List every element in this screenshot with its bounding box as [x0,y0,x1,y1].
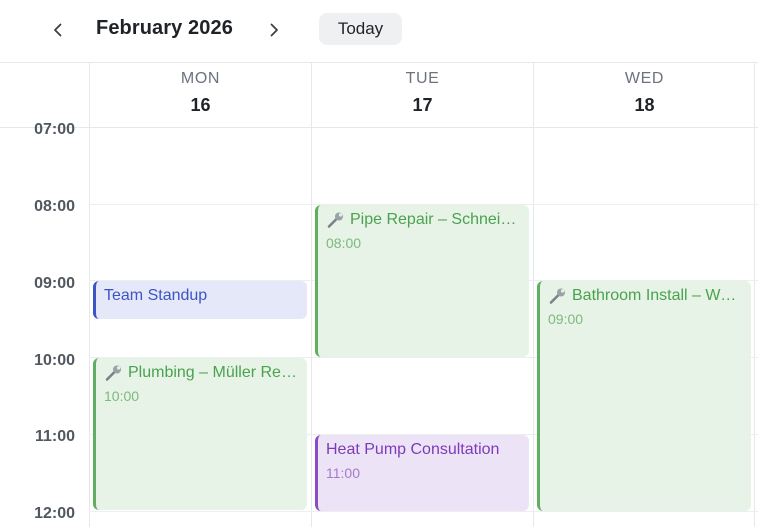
event-title: Plumbing – Müller Residence [128,364,299,381]
wrench-icon [549,288,565,304]
event-title: Team Standup [104,287,208,304]
time-label: 07:00 [34,121,75,138]
prev-month-button[interactable] [42,14,74,46]
chevron-left-icon [54,23,62,37]
day-header-tue[interactable]: TUE 17 [311,63,533,127]
today-button[interactable]: Today [319,13,402,45]
event-pipe-repair[interactable]: Pipe Repair – Schneider 08:00 [315,205,529,357]
column-divider [533,63,534,527]
day-number: 18 [634,95,655,115]
event-time: 09:00 [548,311,584,327]
wrench-icon [105,365,121,381]
header-divider [0,127,758,128]
time-label: 08:00 [34,198,75,215]
time-label: 12:00 [34,505,75,522]
event-bathroom-install[interactable]: Bathroom Install – Weber 09:00 [537,281,751,511]
column-divider [754,63,755,527]
event-heat-pump-consultation[interactable]: Heat Pump Consultation 11:00 [315,435,529,511]
time-label: 09:00 [34,275,75,292]
event-team-standup[interactable]: Team Standup [93,281,307,319]
time-label: 10:00 [34,352,75,369]
chevron-right-icon [270,23,278,37]
event-title: Bathroom Install – Weber [572,287,743,304]
event-time: 10:00 [104,388,140,404]
column-divider [311,63,312,527]
calendar-header: February 2026 Today [0,0,758,62]
day-number: 16 [190,95,211,115]
day-name: WED [624,70,665,87]
hour-line [89,511,758,512]
day-header-wed[interactable]: WED 18 [533,63,755,127]
week-grid: MON 16 TUE 17 WED 18 07:00 08:00 09:00 1… [0,62,758,527]
day-number: 17 [412,95,433,115]
event-plumbing-mueller[interactable]: Plumbing – Müller Residence 10:00 [93,358,307,510]
month-title: February 2026 [96,17,233,39]
event-title: Heat Pump Consultation [326,441,500,458]
column-divider [89,63,90,527]
day-header-mon[interactable]: MON 16 [89,63,311,127]
event-title: Pipe Repair – Schneider [350,211,521,228]
wrench-icon [327,212,343,228]
event-time: 11:00 [326,465,360,481]
event-time: 08:00 [326,235,362,251]
time-label: 11:00 [34,428,75,445]
day-name: TUE [405,70,440,87]
day-name: MON [180,70,221,87]
next-month-button[interactable] [258,14,290,46]
